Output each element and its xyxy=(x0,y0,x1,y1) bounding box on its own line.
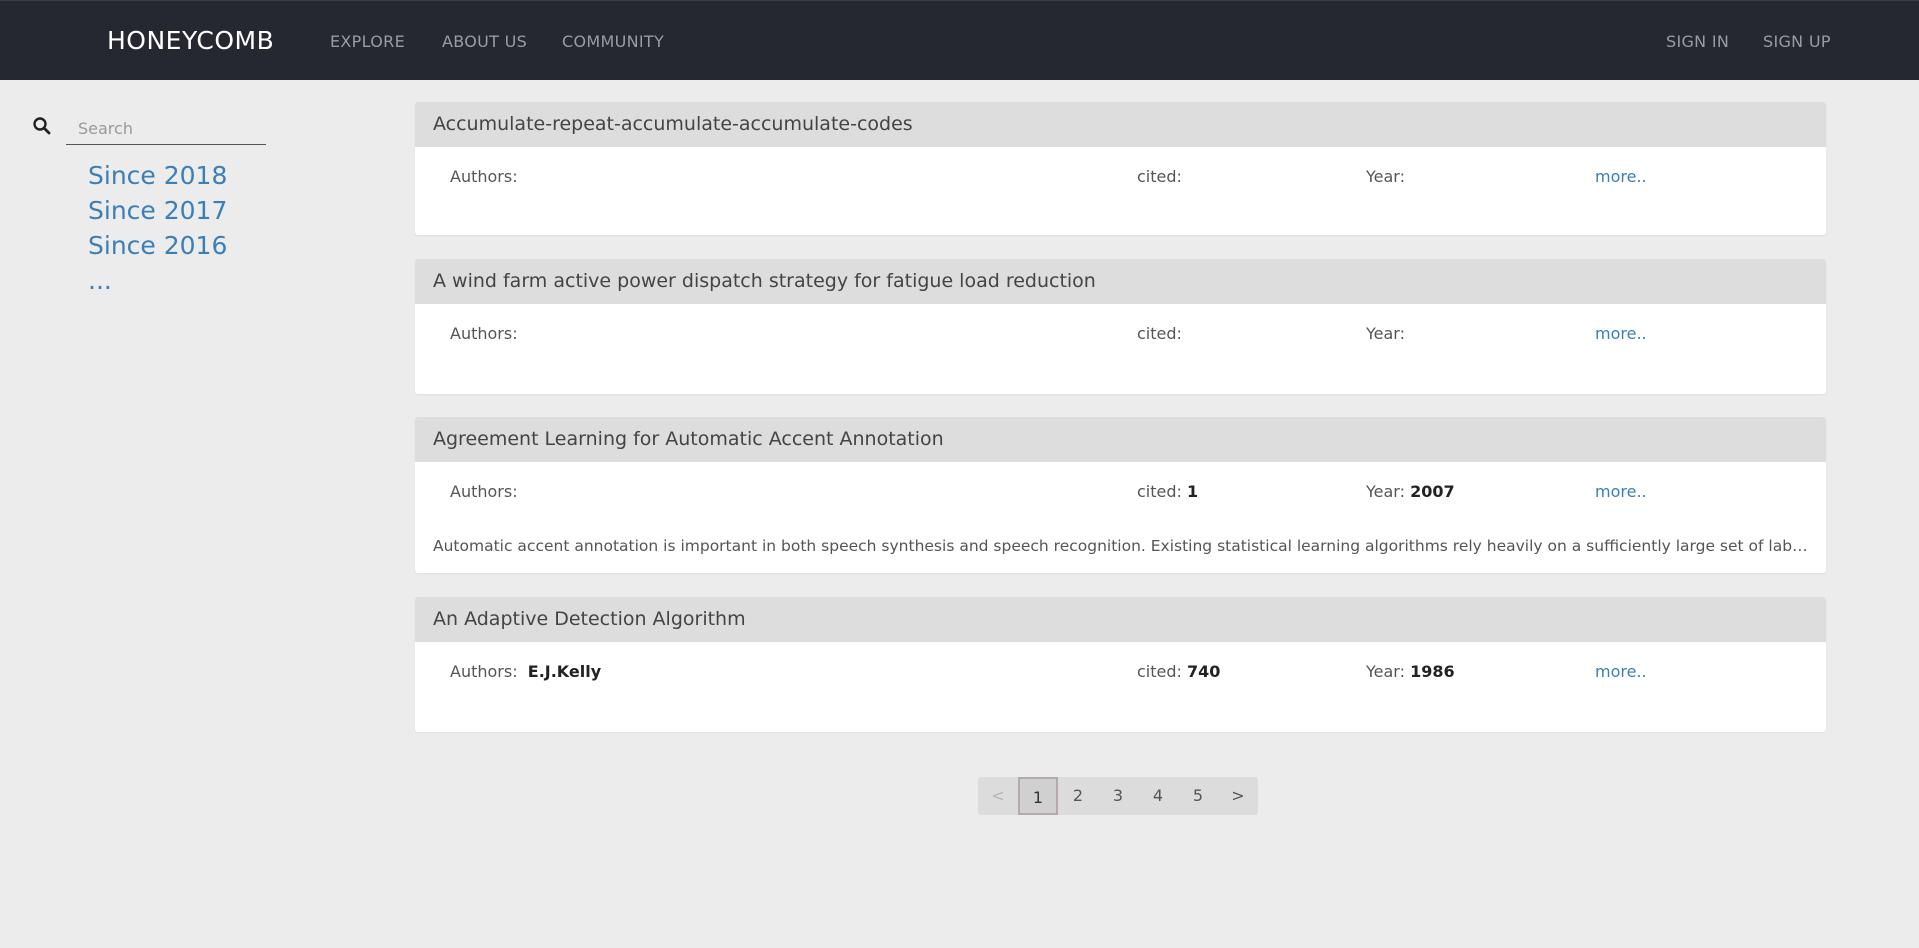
paper-year: Year: xyxy=(1366,324,1405,343)
filter-since-2018[interactable]: Since 2018 xyxy=(88,158,227,193)
more-link[interactable]: more.. xyxy=(1595,324,1647,343)
filter-since-2017[interactable]: Since 2017 xyxy=(88,193,227,228)
paper-card: An Adaptive Detection Algorithm Authors:… xyxy=(415,597,1826,732)
nav-explore[interactable]: EXPLORE xyxy=(330,32,405,51)
paper-title[interactable]: A wind farm active power dispatch strate… xyxy=(433,270,1096,292)
paper-card-header: Agreement Learning for Automatic Accent … xyxy=(415,417,1826,462)
prev-page-button[interactable]: < xyxy=(978,777,1018,815)
paper-cited: cited: 740 xyxy=(1137,662,1221,681)
paper-cited: cited: xyxy=(1137,324,1182,343)
page-button-1[interactable]: 1 xyxy=(1018,777,1058,815)
nav-community[interactable]: COMMUNITY xyxy=(562,32,664,51)
paper-card: A wind farm active power dispatch strate… xyxy=(415,259,1826,394)
paper-card-header: Accumulate-repeat-accumulate-accumulate-… xyxy=(415,102,1826,147)
search-icon xyxy=(33,117,51,135)
search-input[interactable] xyxy=(66,113,266,145)
page-button-5[interactable]: 5 xyxy=(1178,777,1218,815)
paper-cited: cited: 1 xyxy=(1137,482,1199,501)
paper-authors: Authors: xyxy=(450,482,518,501)
paper-title[interactable]: Accumulate-repeat-accumulate-accumulate-… xyxy=(433,113,913,135)
paper-title[interactable]: Agreement Learning for Automatic Accent … xyxy=(433,428,944,450)
pagination: < 1 2 3 4 5 > xyxy=(978,777,1258,815)
page-button-2[interactable]: 2 xyxy=(1058,777,1098,815)
paper-card: Accumulate-repeat-accumulate-accumulate-… xyxy=(415,102,1826,235)
top-navbar: HONEYCOMB EXPLORE ABOUT US COMMUNITY SIG… xyxy=(0,0,1919,80)
sign-in-link[interactable]: SIGN IN xyxy=(1666,32,1729,51)
paper-authors: Authors: xyxy=(450,324,518,343)
more-link[interactable]: more.. xyxy=(1595,662,1647,681)
next-page-button[interactable]: > xyxy=(1218,777,1258,815)
paper-card: Agreement Learning for Automatic Accent … xyxy=(415,417,1826,573)
filter-since-2016[interactable]: Since 2016 xyxy=(88,228,227,263)
paper-card-header: An Adaptive Detection Algorithm xyxy=(415,597,1826,642)
more-link[interactable]: more.. xyxy=(1595,482,1647,501)
year-filter-list: Since 2018 Since 2017 Since 2016 ... xyxy=(88,158,227,298)
brand-logo[interactable]: HONEYCOMB xyxy=(107,26,274,55)
paper-card-header: A wind farm active power dispatch strate… xyxy=(415,259,1826,304)
paper-authors: Authors: E.J.Kelly xyxy=(450,662,602,681)
paper-cited: cited: xyxy=(1137,167,1182,186)
paper-abstract: Automatic accent annotation is important… xyxy=(433,537,1813,555)
more-link[interactable]: more.. xyxy=(1595,167,1647,186)
paper-year: Year: 1986 xyxy=(1366,662,1455,681)
sign-up-link[interactable]: SIGN UP xyxy=(1763,32,1831,51)
filter-more[interactable]: ... xyxy=(88,263,227,298)
paper-authors: Authors: xyxy=(450,167,518,186)
nav-about-us[interactable]: ABOUT US xyxy=(442,32,527,51)
paper-year: Year: xyxy=(1366,167,1405,186)
page-button-4[interactable]: 4 xyxy=(1138,777,1178,815)
paper-title[interactable]: An Adaptive Detection Algorithm xyxy=(433,608,746,630)
page-button-3[interactable]: 3 xyxy=(1098,777,1138,815)
paper-year: Year: 2007 xyxy=(1366,482,1455,501)
